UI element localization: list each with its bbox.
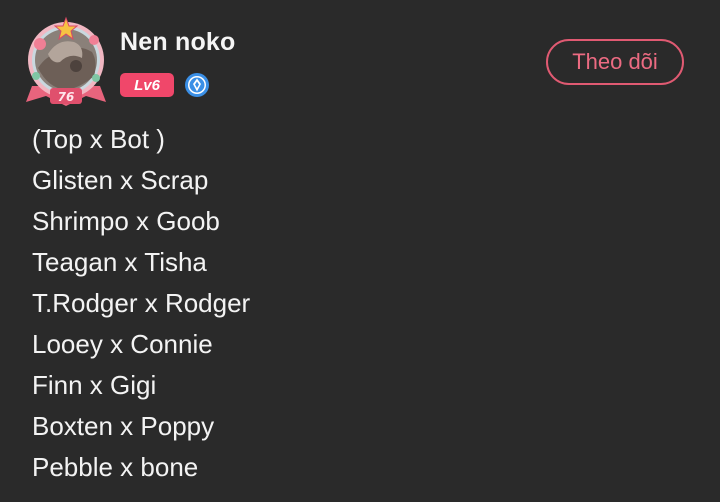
username[interactable]: Nen noko <box>120 28 236 57</box>
verified-icon <box>185 73 209 97</box>
follow-button[interactable]: Theo dõi <box>546 39 684 85</box>
avatar-frame-icon: 76 <box>26 16 106 106</box>
post-line: Shrimpo x Goob <box>32 206 220 236</box>
post-line: T.Rodger x Rodger <box>32 288 251 318</box>
post-card: 76 Nen noko Lv6 Theo dõi (Top x Bot ) Gl… <box>0 0 720 502</box>
post-line: Finn x Gigi <box>32 370 157 400</box>
post-line: Glisten x Scrap <box>32 165 209 195</box>
post-line: Pebble x bone <box>32 452 199 482</box>
avatar-frame-number: 76 <box>58 90 75 104</box>
post-content: (Top x Bot ) Glisten x Scrap Shrimpo x G… <box>32 119 250 488</box>
post-line: Teagan x Tisha <box>32 247 207 277</box>
post-line: Looey x Connie <box>32 329 213 359</box>
level-badge: Lv6 <box>120 73 174 97</box>
post-line: Boxten x Poppy <box>32 411 215 441</box>
avatar[interactable]: 76 <box>24 16 108 108</box>
post-line: (Top x Bot ) <box>32 124 165 154</box>
badge-row: Lv6 <box>120 72 210 98</box>
